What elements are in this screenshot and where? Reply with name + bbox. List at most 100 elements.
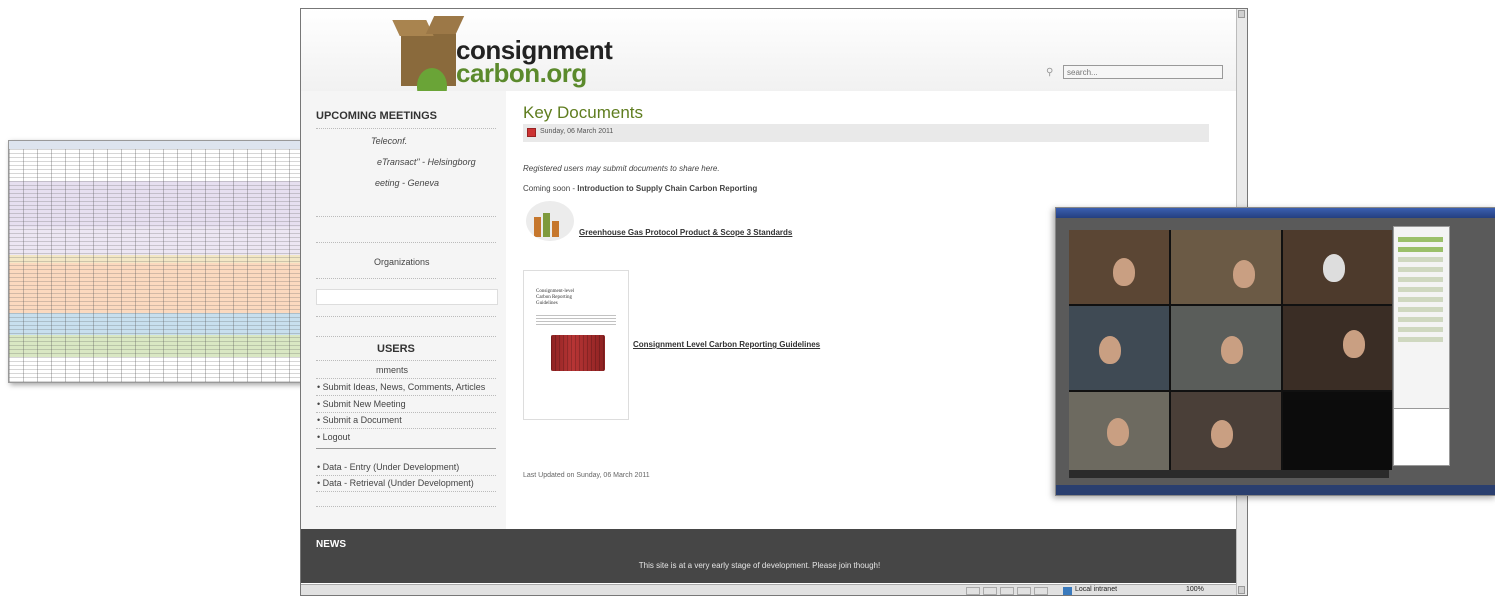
publish-date: Sunday, 06 March 2011 <box>540 128 614 135</box>
divider <box>316 278 496 279</box>
divider <box>316 491 496 492</box>
submit-document-label: Submit a Document <box>322 415 402 425</box>
box-flap-right <box>425 16 465 34</box>
participant-row <box>1398 297 1443 302</box>
participant-head <box>1233 260 1255 288</box>
divider <box>316 128 496 129</box>
divider <box>316 412 496 413</box>
video-tile <box>1171 392 1281 470</box>
divider <box>316 475 496 476</box>
divider <box>316 506 496 507</box>
box-icon <box>401 34 456 104</box>
page-title: Key Documents <box>523 103 643 122</box>
organizations-link[interactable]: Organizations <box>374 257 430 267</box>
participant-row <box>1398 267 1443 272</box>
video-conference-screenshot <box>1055 207 1495 496</box>
video-feed <box>1069 230 1392 470</box>
chart-bar <box>543 213 550 237</box>
news-footer: NEWS This site is at a very early stage … <box>301 529 1238 583</box>
video-tile <box>1283 230 1392 304</box>
data-retrieval-label: Data - Retrieval (Under Development) <box>322 478 474 488</box>
participant-head <box>1107 418 1129 446</box>
video-tile <box>1069 392 1169 470</box>
scroll-up-arrow-icon[interactable] <box>1238 10 1245 18</box>
divider <box>316 378 496 379</box>
participant-row <box>1398 327 1443 332</box>
logout-link[interactable]: • Logout <box>317 432 350 442</box>
zoom-level[interactable]: 100% <box>1186 586 1204 593</box>
divider <box>316 428 496 429</box>
meeting-item-1[interactable]: Teleconf. <box>371 136 407 146</box>
meeting-item-2[interactable]: eTransact" - Helsingborg <box>377 157 476 167</box>
participant-row <box>1398 277 1443 282</box>
coming-soon-text: Coming soon - Introduction to Supply Cha… <box>523 184 757 193</box>
video-tile <box>1069 230 1169 304</box>
status-cell <box>1000 587 1014 595</box>
logout-label: Logout <box>322 432 351 442</box>
submit-comments-link[interactable]: mments <box>376 365 408 375</box>
logo-text-line2: carbon.org <box>456 58 587 88</box>
news-text: This site is at a very early stage of de… <box>638 561 881 570</box>
calendar-icon <box>527 128 536 137</box>
last-updated: Last Updated on Sunday, 06 March 2011 <box>523 472 650 479</box>
submit-document-link[interactable]: • Submit a Document <box>317 415 402 425</box>
video-tile <box>1069 306 1169 390</box>
video-tile <box>1171 306 1281 390</box>
participant-head <box>1323 254 1345 282</box>
participant-row <box>1398 287 1443 292</box>
data-entry-link[interactable]: • Data - Entry (Under Development) <box>317 462 459 472</box>
security-zone: Local intranet <box>1075 586 1118 593</box>
video-progress-bar <box>1069 470 1389 478</box>
status-cell <box>1017 587 1031 595</box>
chart-icon <box>526 201 574 241</box>
divider <box>316 336 496 337</box>
participant-row <box>1398 337 1443 342</box>
participant-row <box>1398 257 1443 262</box>
login-field[interactable] <box>316 289 498 305</box>
site-header: consignment carbon.org ⚲ <box>301 9 1238 104</box>
coming-soon-prefix: Coming soon - <box>523 184 576 193</box>
document-text-lines <box>536 315 616 327</box>
upcoming-meetings-heading: UPCOMING MEETINGS <box>316 110 438 122</box>
video-tile <box>1283 306 1392 390</box>
sidebar: UPCOMING MEETINGS Teleconf. eTransact" -… <box>301 91 506 531</box>
separator-line <box>316 448 496 449</box>
site-logo[interactable]: consignment carbon.org <box>392 12 613 104</box>
shipping-container-image <box>551 335 605 371</box>
participant-head <box>1099 336 1121 364</box>
chart-bar <box>552 221 559 237</box>
participant-row <box>1398 237 1443 242</box>
participant-row <box>1398 247 1443 252</box>
data-retrieval-link[interactable]: • Data - Retrieval (Under Development) <box>317 478 474 488</box>
search-input[interactable] <box>1063 65 1223 79</box>
status-cell <box>983 587 997 595</box>
document-thumbnail-title: Consignment-level Carbon Reporting Guide… <box>536 289 575 306</box>
news-heading: NEWS <box>316 539 346 550</box>
video-tile <box>1283 392 1392 470</box>
submit-meeting-label: Submit New Meeting <box>322 399 406 409</box>
meeting-item-3[interactable]: eeting - Geneva <box>375 178 439 188</box>
date-bar: Sunday, 06 March 2011 <box>523 124 1209 142</box>
divider <box>316 316 496 317</box>
participant-head <box>1221 336 1243 364</box>
participant-head <box>1211 420 1233 448</box>
taskbar <box>1056 485 1495 495</box>
ghg-protocol-link[interactable]: Greenhouse Gas Protocol Product & Scope … <box>579 228 792 237</box>
status-cell <box>966 587 980 595</box>
search-icon: ⚲ <box>1046 67 1054 78</box>
scroll-down-arrow-icon[interactable] <box>1238 586 1245 594</box>
coming-soon-title: Introduction to Supply Chain Carbon Repo… <box>577 184 758 193</box>
divider <box>316 242 496 243</box>
participant-row <box>1398 317 1443 322</box>
users-heading: USERS <box>377 343 415 355</box>
divider <box>316 216 496 217</box>
divider <box>316 395 496 396</box>
submit-meeting-link[interactable]: • Submit New Meeting <box>317 399 406 409</box>
carbon-guidelines-link[interactable]: Consignment Level Carbon Reporting Guide… <box>633 340 820 349</box>
chart-bar <box>534 217 541 237</box>
submit-ideas-link[interactable]: • Submit Ideas, News, Comments, Articles <box>317 382 485 392</box>
status-bar: Local intranet 100% <box>301 584 1238 595</box>
intro-text: Registered users may submit documents to… <box>523 164 720 173</box>
divider <box>316 360 496 361</box>
participant-head <box>1343 330 1365 358</box>
